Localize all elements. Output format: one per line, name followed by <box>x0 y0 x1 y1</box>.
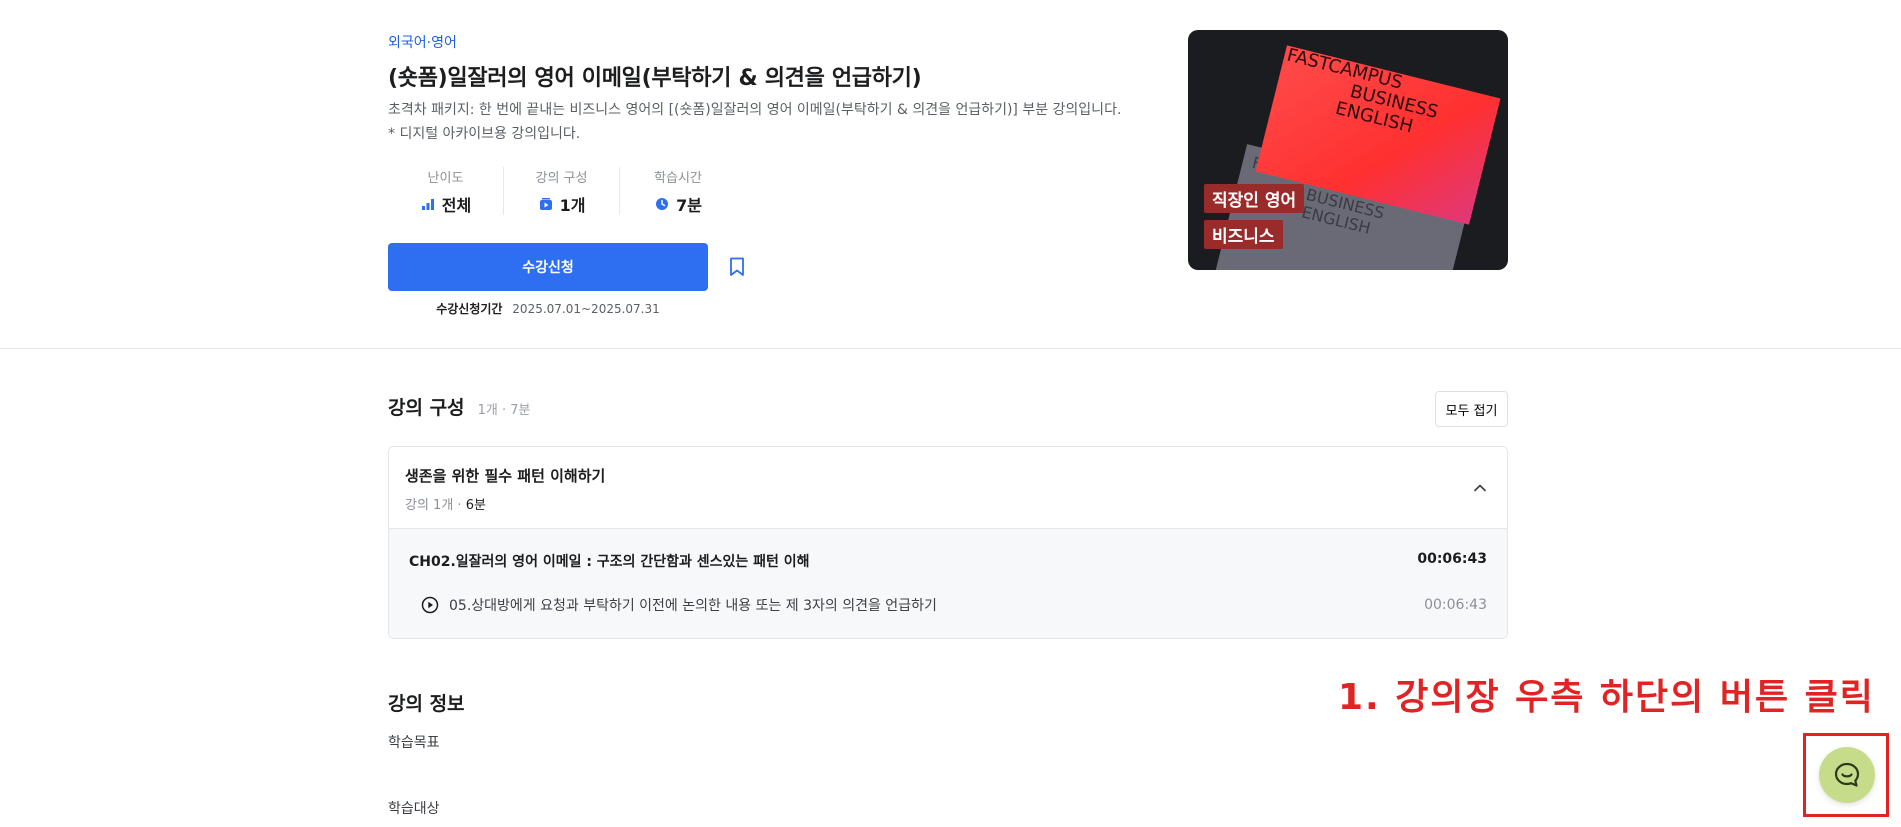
stat-label: 학습시간 <box>654 170 702 186</box>
chapter-meta-time: 6분 <box>465 498 486 513</box>
chapter-title: 생존을 위한 필수 패턴 이해하기 <box>405 467 606 485</box>
chapter-accordion: 생존을 위한 필수 패턴 이해하기 강의 1개 · 6분 CH02.일잘러의 영… <box>388 446 1508 639</box>
course-title: (숏폼)일잘러의 영어 이메일(부탁하기 & 의견을 언급하기) <box>388 66 922 91</box>
clock-icon <box>654 196 670 212</box>
enroll-period-value: 2025.07.01~2025.07.31 <box>512 302 660 316</box>
stat-difficulty: 난이도 전체 <box>388 167 504 215</box>
curriculum-section: 강의 구성 1개 · 7분 모두 접기 <box>388 391 1508 427</box>
bookmark-icon <box>730 257 744 276</box>
instruction-annotation: 1. 강의장 우측 하단의 버튼 클릭 <box>1338 677 1875 718</box>
curriculum-meta: 1개 · 7분 <box>477 403 531 418</box>
course-stats: 난이도 전체 강의 구성 1개 학습시간 7분 <box>388 167 736 215</box>
enroll-button[interactable]: 수강신청 <box>388 243 708 291</box>
thumbnail-tag: 직장인 영어 <box>1204 184 1305 213</box>
stat-label: 강의 구성 <box>535 170 588 186</box>
chat-button[interactable] <box>1819 747 1875 803</box>
stat-value: 1개 <box>559 195 586 215</box>
lesson-item[interactable]: 05.상대방에게 요청과 부탁하기 이전에 논의한 내용 또는 제 3자의 의견… <box>421 595 937 615</box>
lesson-title: 05.상대방에게 요청과 부탁하기 이전에 논의한 내용 또는 제 3자의 의견… <box>449 598 937 614</box>
stat-duration: 학습시간 7분 <box>620 167 736 215</box>
chat-icon <box>1834 762 1860 787</box>
subchapter-time: 00:06:43 <box>1417 551 1487 567</box>
subchapter-title: CH02.일잘러의 영어 이메일 : 구조의 간단함과 센스있는 패턴 이해 <box>409 554 810 570</box>
play-circle-icon <box>421 596 439 614</box>
stat-lectures: 강의 구성 1개 <box>504 167 620 215</box>
stat-value-row: 7분 <box>654 192 702 216</box>
enroll-period-label: 수강신청기간 <box>436 302 503 316</box>
target-label: 학습대상 <box>388 801 440 817</box>
category-breadcrumb[interactable]: 외국어·영어 <box>388 32 457 52</box>
chapter-header[interactable]: 생존을 위한 필수 패턴 이해하기 강의 1개 · 6분 <box>389 447 1507 529</box>
thumbnail-tag: 비즈니스 <box>1204 220 1283 249</box>
goal-label: 학습목표 <box>388 735 440 751</box>
course-header: 외국어·영어 (숏폼)일잘러의 영어 이메일(부탁하기 & 의견을 언급하기) … <box>0 0 1901 349</box>
chapter-meta-count: 강의 1개 · <box>405 498 466 513</box>
course-thumbnail: FASTCAMPUS BUSINESS ENGLISH FASTCAMPUS B… <box>1188 30 1508 270</box>
video-icon <box>538 196 554 212</box>
lesson-time: 00:06:43 <box>1424 597 1487 613</box>
chevron-up-icon[interactable] <box>1471 479 1489 497</box>
curriculum-title: 강의 구성 <box>388 397 465 419</box>
stat-value-row: 전체 <box>420 192 471 216</box>
course-description: 초격차 패키지: 한 번에 끝내는 비즈니스 영어의 [(숏폼)일잘러의 영어 … <box>388 102 1122 142</box>
info-title: 강의 정보 <box>388 693 465 715</box>
enroll-period: 수강신청기간 2025.07.01~2025.07.31 <box>388 300 708 317</box>
stat-value: 7분 <box>676 195 702 215</box>
collapse-all-button[interactable]: 모두 접기 <box>1435 391 1508 427</box>
chapter-meta: 강의 1개 · 6분 <box>405 494 486 513</box>
bookmark-button[interactable] <box>723 253 751 281</box>
stat-label: 난이도 <box>427 170 464 186</box>
stat-value: 전체 <box>441 195 472 215</box>
chapter-body: CH02.일잘러의 영어 이메일 : 구조의 간단함과 센스있는 패턴 이해 0… <box>389 529 1507 638</box>
stat-value-row: 1개 <box>538 192 586 216</box>
level-icon <box>420 196 436 212</box>
